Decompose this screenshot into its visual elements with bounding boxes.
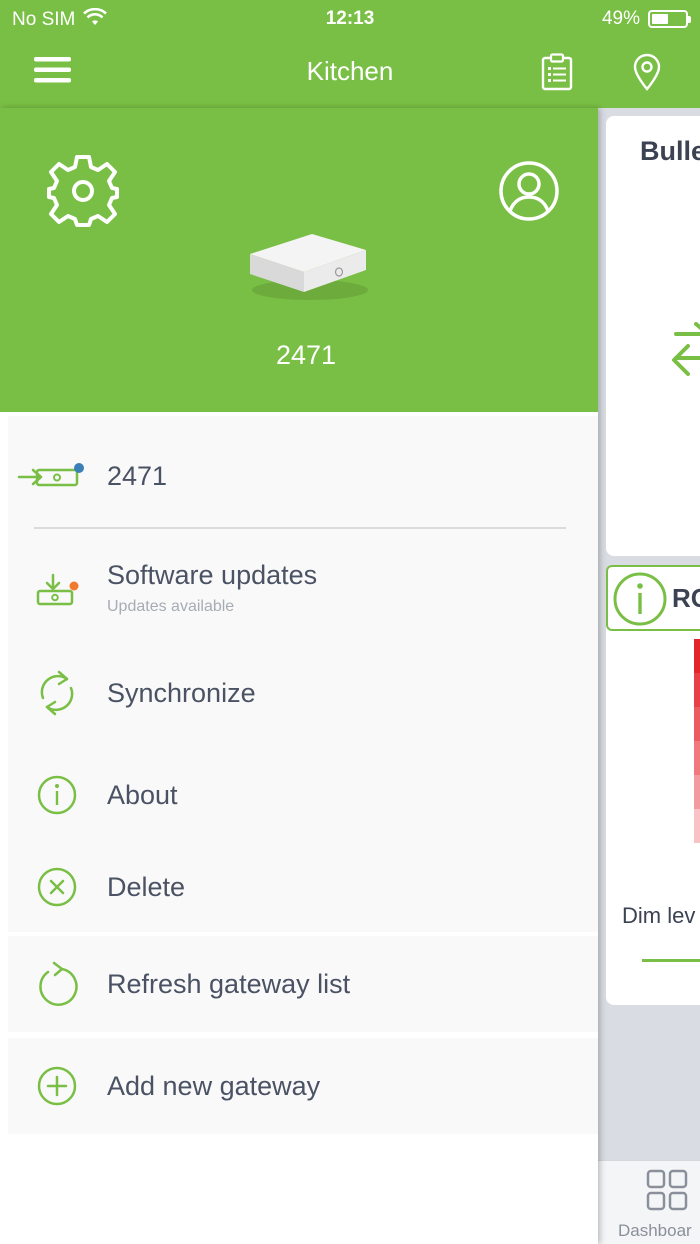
menu-item-label: Software updates [107, 560, 318, 590]
menu-item-software-updates[interactable]: Software updates Updates available [8, 548, 598, 634]
menu-item-refresh-gateway-list[interactable]: Refresh gateway list [8, 941, 598, 1027]
info-icon [612, 571, 668, 632]
menu-item-synchronize[interactable]: Synchronize [8, 650, 598, 736]
color-scale [694, 639, 700, 843]
menu-item-label: Refresh gateway list [107, 968, 351, 999]
download-gateway-icon [34, 568, 80, 614]
user-icon[interactable] [498, 160, 560, 222]
current-gateway-row[interactable]: 2471 [8, 446, 598, 506]
dashboard-card-rc[interactable]: RC Dim lev [606, 565, 700, 1005]
gateway-connected-icon [14, 453, 90, 499]
tab-bar: Dashboar [598, 1160, 700, 1244]
gateway-device-image [246, 226, 370, 311]
card-title: Bulle [640, 136, 700, 166]
dim-level-label: Dim lev [622, 903, 696, 928]
top-bar: No SIM 12:13 49% Kitchen [0, 0, 700, 108]
drawer-header: 2471 [0, 108, 598, 412]
sync-icon [34, 670, 80, 716]
menu-item-about[interactable]: About [8, 752, 598, 838]
battery-icon [648, 10, 691, 28]
side-drawer: 2471 2471 Software updates Updates avail… [0, 108, 598, 1244]
clipboard-icon[interactable] [540, 52, 574, 92]
info-icon [34, 772, 80, 818]
menu-item-sublabel: Updates available [107, 598, 235, 615]
add-circle-icon [34, 1063, 80, 1109]
gear-icon[interactable] [44, 152, 122, 230]
dashboard-icon[interactable] [646, 1169, 688, 1216]
current-gateway-label: 2471 [107, 460, 168, 491]
refresh-icon [34, 961, 80, 1007]
menu-item-label: Add new gateway [107, 1070, 321, 1101]
clock: 12:13 [325, 8, 375, 29]
page-title: Kitchen [306, 56, 394, 86]
transfer-arrows-icon [668, 316, 700, 391]
menu-item-label: Delete [107, 871, 186, 902]
menu-item-delete[interactable]: Delete [8, 844, 598, 930]
add-gateway-section: Add new gateway [8, 1038, 598, 1134]
menu-item-label: About [107, 779, 178, 810]
gateway-name: 2471 [275, 340, 337, 370]
card-title: RC [672, 583, 700, 613]
dim-level-slider[interactable] [642, 959, 700, 962]
location-pin-icon[interactable] [630, 52, 664, 92]
gateway-menu-section: 2471 Software updates Updates available [8, 416, 598, 932]
menu-item-label: Synchronize [107, 677, 256, 708]
battery-percent: 49% [601, 8, 640, 29]
status-bar: No SIM 12:13 49% [0, 0, 700, 36]
tab-dashboard[interactable]: Dashboar [618, 1221, 692, 1241]
refresh-section: Refresh gateway list [8, 936, 598, 1032]
close-circle-icon [34, 864, 80, 910]
divider [34, 527, 566, 529]
menu-item-add-new-gateway[interactable]: Add new gateway [8, 1043, 598, 1129]
dashboard-card-bulb[interactable]: Bulle [606, 116, 700, 556]
